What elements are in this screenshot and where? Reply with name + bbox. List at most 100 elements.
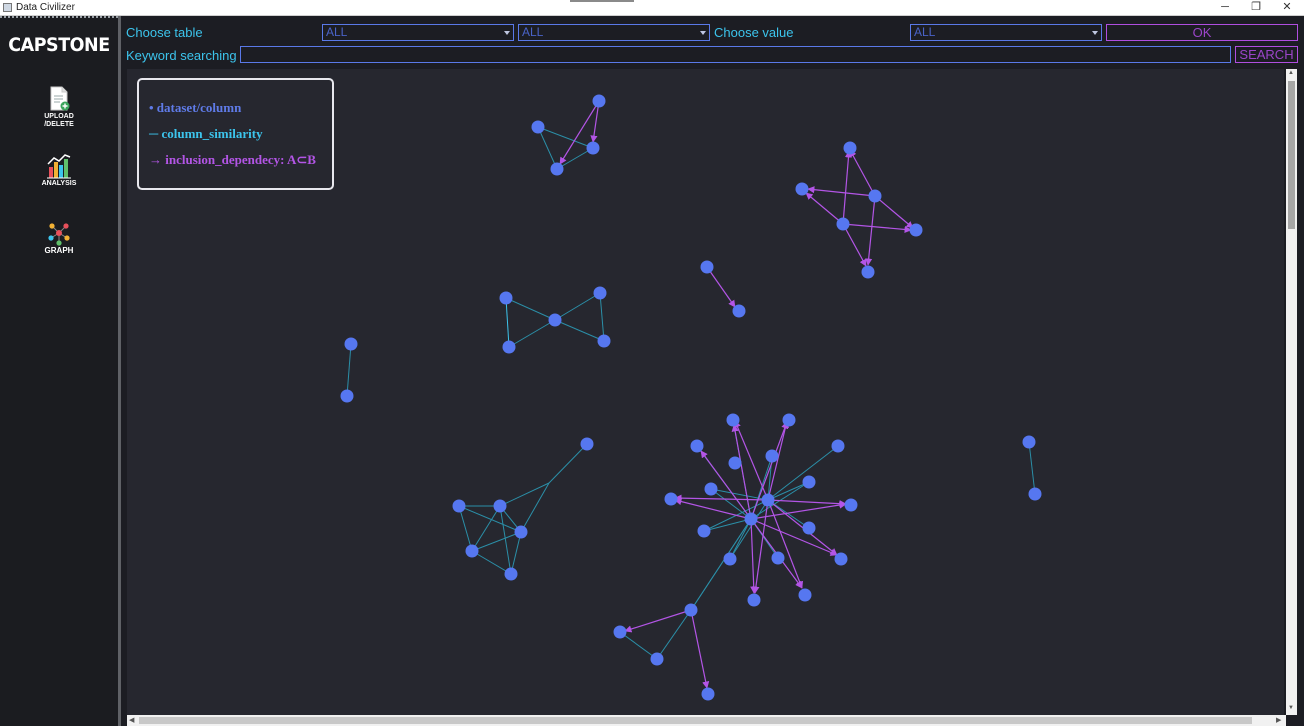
vertical-scrollbar[interactable]: ▲ ▼ (1286, 69, 1297, 715)
column-node[interactable] (843, 141, 857, 155)
graph-canvas[interactable]: • dataset/column ─ column_similarity → i… (127, 69, 1284, 715)
ok-button[interactable]: OK (1106, 24, 1298, 41)
column-node[interactable] (580, 437, 594, 451)
similarity-edge (508, 319, 556, 348)
chevron-down-icon (504, 31, 510, 35)
column-node[interactable] (844, 498, 858, 512)
horizontal-scrollbar[interactable]: ◀ ▶ (127, 715, 1286, 726)
value-select-value: ALL (914, 25, 936, 39)
titlebar-drag-handle[interactable] (570, 0, 634, 2)
column-node[interactable] (726, 413, 740, 427)
column-node[interactable] (1028, 487, 1042, 501)
similarity-edge (619, 631, 658, 660)
column-node[interactable] (613, 625, 627, 639)
column-node[interactable] (732, 304, 746, 318)
column-node[interactable] (802, 475, 816, 489)
column-node[interactable] (592, 94, 606, 108)
column-node[interactable] (344, 337, 358, 351)
column-node[interactable] (586, 141, 600, 155)
scroll-up-icon[interactable]: ▲ (1288, 70, 1294, 76)
column-node[interactable] (744, 512, 758, 526)
vertical-scroll-thumb[interactable] (1288, 81, 1295, 229)
column-node[interactable] (504, 567, 518, 581)
close-button[interactable]: ✕ (1272, 0, 1302, 15)
search-button[interactable]: SEARCH (1235, 46, 1298, 63)
column-node[interactable] (465, 544, 479, 558)
column-node[interactable] (861, 265, 875, 279)
table-select-1[interactable]: ALL (322, 24, 514, 41)
inclusion-edge (807, 186, 876, 197)
column-node[interactable] (597, 334, 611, 348)
similarity-edge (471, 550, 512, 575)
inclusion-edge (624, 609, 692, 633)
inclusion-edge (752, 499, 769, 594)
column-node[interactable] (723, 552, 737, 566)
horizontal-scroll-thumb[interactable] (139, 717, 1252, 724)
column-node[interactable] (782, 413, 796, 427)
column-node[interactable] (728, 456, 742, 470)
similarity-edge (1028, 441, 1036, 495)
column-node[interactable] (684, 603, 698, 617)
value-select[interactable]: ALL (910, 24, 1102, 41)
inclusion-edge (842, 150, 853, 225)
column-node[interactable] (502, 340, 516, 354)
inclusion-edge (750, 518, 758, 594)
column-node[interactable] (548, 313, 562, 327)
column-node[interactable] (650, 652, 664, 666)
column-node[interactable] (795, 182, 809, 196)
column-node[interactable] (697, 524, 711, 538)
column-node[interactable] (700, 260, 714, 274)
sidebar-item-graph[interactable]: GRAPH (29, 220, 89, 255)
column-node[interactable] (909, 223, 923, 237)
column-node[interactable] (593, 286, 607, 300)
graph-nodes[interactable] (340, 94, 1042, 701)
column-node[interactable] (701, 687, 715, 701)
inclusion-edge (805, 192, 844, 225)
column-node[interactable] (1022, 435, 1036, 449)
column-node[interactable] (831, 439, 845, 453)
similarity-edge (656, 609, 692, 660)
main-panel: Choose table ALL ALL Choose value ALL OK… (121, 16, 1304, 726)
keyword-search-input[interactable] (240, 46, 1231, 63)
sidebar-item-analysis[interactable]: ANALYSIS (29, 153, 89, 188)
column-node[interactable] (452, 499, 466, 513)
column-node[interactable] (747, 593, 761, 607)
similarity-edge (471, 531, 522, 552)
column-node[interactable] (550, 162, 564, 176)
window-title: Data Civilizer (16, 2, 75, 13)
column-node[interactable] (761, 493, 775, 507)
column-node[interactable] (690, 439, 704, 453)
column-node[interactable] (798, 588, 812, 602)
inclusion-edge (865, 195, 876, 266)
column-node[interactable] (340, 389, 354, 403)
column-node[interactable] (802, 521, 816, 535)
restore-button[interactable]: ❐ (1241, 0, 1271, 15)
sidebar-item-upload[interactable]: UPLOAD /DELETE (29, 86, 89, 129)
inclusion-edge (767, 499, 847, 508)
column-node[interactable] (493, 499, 507, 513)
column-node[interactable] (836, 217, 850, 231)
table-select-2[interactable]: ALL (518, 24, 710, 41)
scroll-down-icon[interactable]: ▼ (1288, 705, 1294, 711)
app-logo: CAPSTONE (8, 34, 110, 56)
column-node[interactable] (765, 449, 779, 463)
column-node[interactable] (499, 291, 513, 305)
column-node[interactable] (834, 552, 848, 566)
legend-node: • dataset/column (149, 100, 242, 115)
column-node[interactable] (704, 482, 718, 496)
column-node[interactable] (771, 551, 785, 565)
column-node[interactable] (664, 492, 678, 506)
column-node[interactable] (531, 120, 545, 134)
sidebar: CAPSTONE UPLOAD /DELETE ANALYSIS GRAPH (0, 16, 118, 726)
scroll-right-icon[interactable]: ▶ (1276, 716, 1281, 724)
column-node[interactable] (514, 525, 528, 539)
chevron-down-icon (700, 31, 706, 35)
inclusion-edge (559, 100, 600, 165)
scroll-left-icon[interactable]: ◀ (129, 716, 134, 724)
bar-chart-icon (47, 154, 71, 179)
inclusion-edge (706, 266, 736, 308)
minimize-button[interactable]: ─ (1210, 0, 1240, 15)
table-select-2-value: ALL (522, 25, 544, 39)
column-node[interactable] (868, 189, 882, 203)
similarity-edge (499, 482, 550, 507)
